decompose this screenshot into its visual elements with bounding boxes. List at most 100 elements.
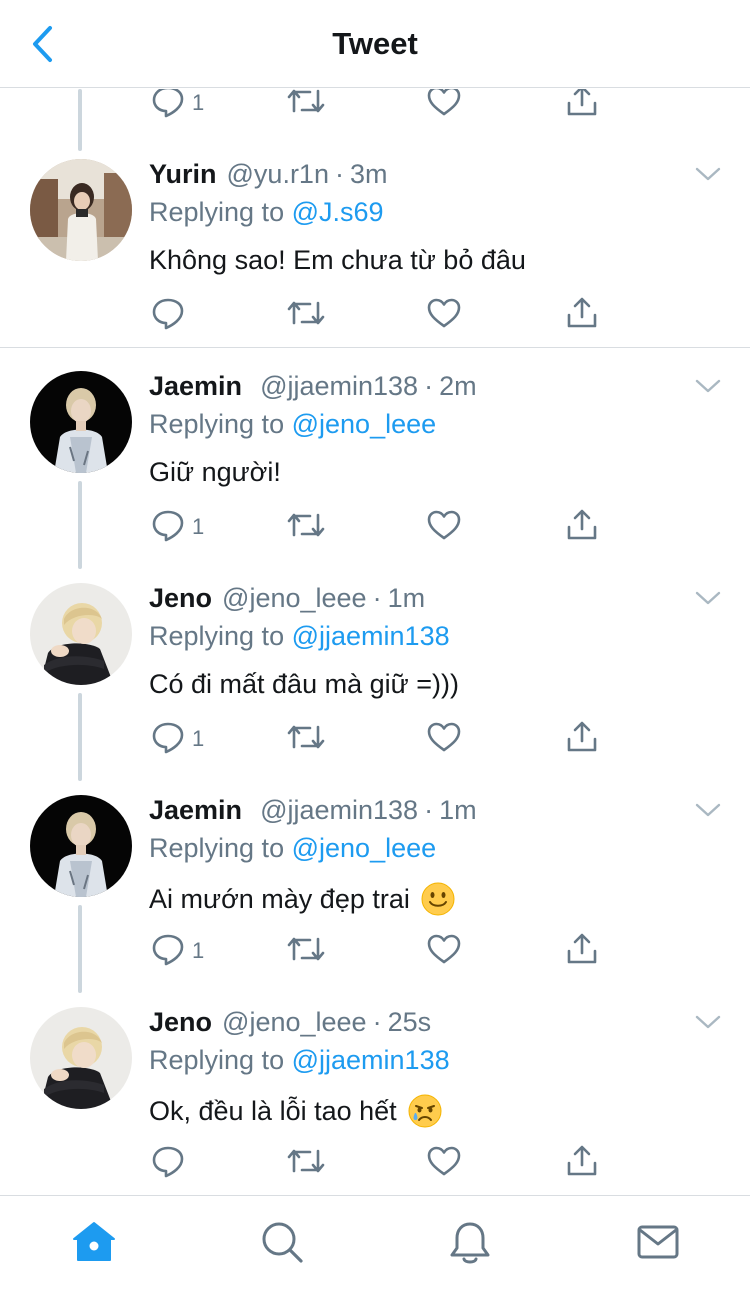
- reply-button[interactable]: 1: [150, 717, 204, 757]
- avatar[interactable]: [30, 371, 132, 473]
- mention-link[interactable]: @jjaemin138: [292, 621, 450, 651]
- tweet-text: Có đi mất đâu mà giữ =))): [149, 669, 459, 700]
- avatar[interactable]: [30, 1007, 132, 1109]
- like-button[interactable]: [426, 89, 462, 121]
- mention-link[interactable]: @J.s69: [292, 197, 384, 227]
- display-name[interactable]: Jaemin: [149, 795, 242, 826]
- retweet-icon: [287, 89, 325, 113]
- user-handle[interactable]: @jeno_leee: [222, 583, 367, 614]
- timestamp: 3m: [349, 159, 388, 189]
- share-button[interactable]: [564, 293, 600, 333]
- like-button[interactable]: [426, 1141, 462, 1181]
- retweet-button[interactable]: [286, 293, 326, 333]
- thread-connector-line: [78, 905, 82, 993]
- user-handle[interactable]: @yu.r1n: [227, 159, 329, 190]
- chevron-down-icon: [695, 379, 721, 393]
- retweet-button[interactable]: [286, 717, 326, 757]
- tweet-thread: 1 Yurin @yu.r1n · 3m Replying to @J.s69 …: [0, 89, 750, 1195]
- bottom-tab-bar: [0, 1195, 750, 1294]
- thread-connector-line: [78, 693, 82, 781]
- share-icon: [567, 1145, 597, 1176]
- heart-icon: [427, 298, 461, 328]
- share-button[interactable]: [564, 929, 600, 969]
- chevron-down-icon: [695, 803, 721, 817]
- section-divider: [0, 347, 750, 348]
- display-name[interactable]: Jeno: [149, 1007, 212, 1038]
- retweet-icon: [287, 1149, 325, 1173]
- user-handle[interactable]: @jeno_leee: [222, 1007, 367, 1038]
- replying-to: Replying to @J.s69: [149, 197, 384, 228]
- share-button[interactable]: [564, 89, 600, 121]
- user-handle[interactable]: @jjaemin138: [260, 795, 418, 826]
- reply-button[interactable]: 1: [150, 89, 204, 121]
- heart-icon: [427, 1146, 461, 1176]
- like-button[interactable]: [426, 717, 462, 757]
- chevron-down-icon: [695, 167, 721, 181]
- tweet-text-content: Có đi mất đâu mà giữ =))): [149, 669, 459, 699]
- avatar[interactable]: [30, 795, 132, 897]
- mention-link[interactable]: @jeno_leee: [292, 833, 437, 863]
- separator-dot: ·: [372, 1007, 382, 1037]
- share-button[interactable]: [564, 1141, 600, 1181]
- tweet-actions: 1: [150, 717, 610, 757]
- tweet-header: Jaemin @jjaemin138 · 1m: [149, 795, 477, 831]
- reply-button[interactable]: [150, 293, 192, 333]
- display-name[interactable]: Jaemin: [149, 371, 242, 402]
- page-title: Tweet: [332, 26, 418, 61]
- share-button[interactable]: [564, 505, 600, 545]
- tab-search[interactable]: [258, 1218, 306, 1266]
- home-icon: [73, 1222, 115, 1261]
- like-button[interactable]: [426, 505, 462, 545]
- retweet-button[interactable]: [286, 89, 326, 121]
- like-button[interactable]: [426, 929, 462, 969]
- more-options-button[interactable]: [692, 161, 724, 185]
- share-icon: [567, 297, 597, 328]
- display-name[interactable]: Yurin: [149, 159, 217, 190]
- share-button[interactable]: [564, 717, 600, 757]
- mention-link[interactable]: @jjaemin138: [292, 1045, 450, 1075]
- tweet-text-content: Không sao! Em chưa từ bỏ đâu: [149, 245, 526, 275]
- separator-dot: ·: [424, 371, 434, 401]
- crying-face-icon: [408, 1094, 442, 1128]
- heart-icon: [427, 722, 461, 752]
- retweet-icon: [287, 513, 325, 537]
- tab-home[interactable]: [70, 1218, 118, 1266]
- search-icon: [262, 1222, 303, 1263]
- reply-button[interactable]: 1: [150, 505, 204, 545]
- display-name[interactable]: Jeno: [149, 583, 212, 614]
- reply-button[interactable]: [150, 1141, 192, 1181]
- reply-count: 1: [192, 938, 205, 963]
- reply-icon: [152, 1146, 184, 1178]
- more-options-button[interactable]: [692, 797, 724, 821]
- retweet-button[interactable]: [286, 1141, 326, 1181]
- tweet-actions: [150, 1141, 610, 1181]
- reply-icon: [152, 934, 184, 966]
- retweet-button[interactable]: [286, 505, 326, 545]
- tweet-text-content: Giữ người!: [149, 457, 281, 487]
- avatar[interactable]: [30, 583, 132, 685]
- more-options-button[interactable]: [692, 585, 724, 609]
- replying-to: Replying to @jeno_leee: [149, 409, 436, 440]
- share-icon: [567, 933, 597, 964]
- more-options-button[interactable]: [692, 1009, 724, 1033]
- tab-messages[interactable]: [634, 1218, 682, 1266]
- retweet-icon: [287, 725, 325, 749]
- replying-to-label: Replying to: [149, 621, 285, 651]
- tab-notifications[interactable]: [446, 1218, 494, 1266]
- avatar[interactable]: [30, 159, 132, 261]
- mention-link[interactable]: @jeno_leee: [292, 409, 437, 439]
- share-icon: [567, 89, 597, 116]
- replying-to-label: Replying to: [149, 1045, 285, 1075]
- replying-to: Replying to @jjaemin138: [149, 1045, 450, 1076]
- separator-dot: ·: [334, 159, 344, 189]
- notifications-bell-icon: [450, 1222, 490, 1264]
- like-button[interactable]: [426, 293, 462, 333]
- more-options-button[interactable]: [692, 373, 724, 397]
- tweet-header: Jaemin @jjaemin138 · 2m: [149, 371, 477, 407]
- timestamp: 25s: [387, 1007, 432, 1037]
- user-handle[interactable]: @jjaemin138: [260, 371, 418, 402]
- reply-button[interactable]: 1: [150, 929, 204, 969]
- chevron-down-icon: [695, 591, 721, 605]
- tweet-header: Jeno @jeno_leee · 1m: [149, 583, 425, 619]
- retweet-button[interactable]: [286, 929, 326, 969]
